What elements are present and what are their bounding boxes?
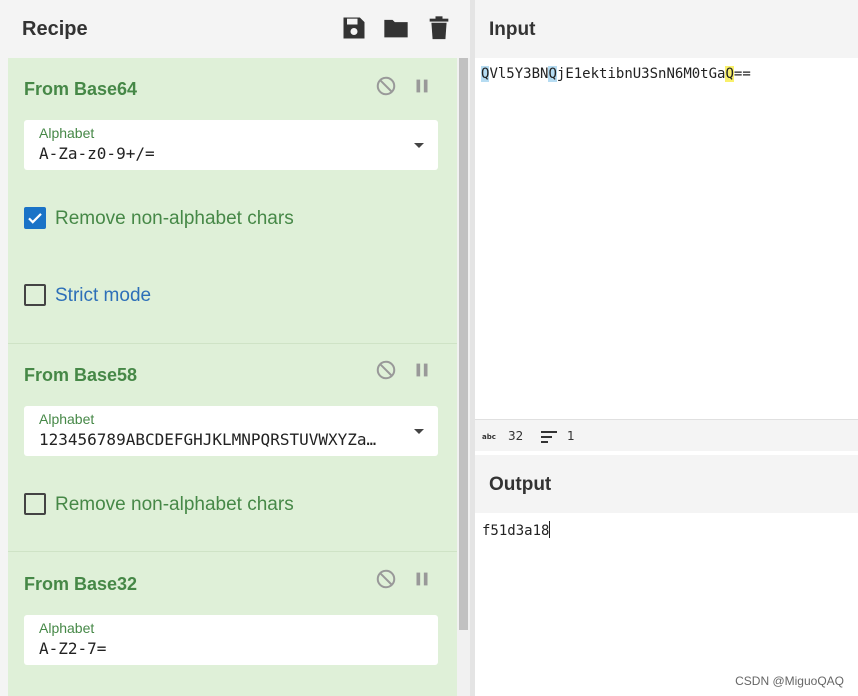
output-value: f51d3a18 bbox=[482, 523, 550, 539]
lines-icon bbox=[541, 431, 557, 443]
operation-from-base32: From Base32 Alphabet A-Z2-7= bbox=[8, 552, 457, 696]
recipe-scrollbar-thumb[interactable] bbox=[459, 58, 468, 630]
operation-from-base58: From Base58 Alphabet 123456789ABCDEFGHJK… bbox=[8, 344, 457, 552]
input-header: Input bbox=[475, 0, 858, 58]
operation-from-base64: From Base64 Alphabet A-Za-z0-9+/= Remove… bbox=[8, 58, 457, 344]
trash-icon[interactable] bbox=[425, 14, 453, 42]
recipe-header: Recipe bbox=[8, 0, 470, 58]
recipe-title: Recipe bbox=[22, 18, 88, 40]
folder-icon[interactable] bbox=[382, 14, 410, 42]
pause-icon[interactable] bbox=[411, 75, 433, 97]
operation-title: From Base32 bbox=[24, 574, 138, 594]
checkbox-label: Remove non-alphabet chars bbox=[55, 494, 294, 515]
recipe-list: From Base64 Alphabet A-Za-z0-9+/= Remove… bbox=[8, 58, 457, 696]
alphabet-label: Alphabet bbox=[39, 125, 95, 141]
alphabet-select[interactable]: Alphabet A-Za-z0-9+/= bbox=[24, 120, 438, 170]
checkbox-label: Remove non-alphabet chars bbox=[55, 208, 294, 229]
chevron-down-icon bbox=[414, 143, 424, 148]
input-title: Input bbox=[489, 19, 536, 40]
output-title: Output bbox=[489, 474, 552, 495]
checkbox-label: Strict mode bbox=[55, 285, 152, 306]
disable-icon[interactable] bbox=[375, 75, 397, 97]
input-length: 32 bbox=[508, 429, 524, 443]
input-segment: Vl5Y3BN bbox=[489, 66, 549, 82]
input-text: QVl5Y3BNQjE1ektibnU3SnN6M0tGaQ== bbox=[481, 66, 751, 82]
checkbox-unchecked[interactable] bbox=[24, 284, 46, 306]
pause-icon[interactable] bbox=[411, 359, 433, 381]
input-segment: == bbox=[733, 66, 751, 82]
disable-icon[interactable] bbox=[375, 359, 397, 381]
svg-text:abc: abc bbox=[482, 433, 496, 440]
input-textarea[interactable]: QVl5Y3BNQjE1ektibnU3SnN6M0tGaQ== bbox=[475, 58, 858, 419]
checkbox-checked[interactable] bbox=[24, 207, 46, 229]
recipe-panel: Recipe From Base64 Alphabet A-Za-z0-9+/= bbox=[0, 0, 470, 696]
operation-title: From Base64 bbox=[24, 79, 138, 99]
alphabet-value: 123456789ABCDEFGHJKLMNPQRSTUVWXYZabcdefg… bbox=[39, 430, 384, 449]
length-icon: abc bbox=[482, 433, 496, 440]
input-segment-highlight: Q bbox=[548, 66, 557, 82]
output-text: f51d3a18 bbox=[482, 521, 551, 539]
input-lines: 1 bbox=[567, 429, 575, 443]
checkbox-unchecked[interactable] bbox=[24, 493, 46, 515]
chevron-down-icon bbox=[414, 429, 424, 434]
output-textarea[interactable]: f51d3a18 CSDN @MiguoQAQ bbox=[475, 513, 858, 696]
input-segment: jE1ektibnU3SnN6M0tGa bbox=[556, 66, 726, 82]
text-cursor bbox=[549, 521, 551, 538]
input-segment-highlight: Q bbox=[725, 66, 734, 82]
save-icon[interactable] bbox=[340, 14, 368, 42]
alphabet-label: Alphabet bbox=[39, 620, 95, 636]
alphabet-select[interactable]: Alphabet A-Z2-7= bbox=[24, 615, 438, 665]
watermark: CSDN @MiguoQAQ bbox=[735, 674, 844, 688]
input-status-bar: abc 32 1 bbox=[475, 419, 858, 451]
check-icon bbox=[28, 213, 42, 224]
output-header: Output bbox=[475, 455, 858, 513]
alphabet-value: A-Z2-7= bbox=[39, 639, 107, 658]
operation-title: From Base58 bbox=[24, 365, 138, 385]
alphabet-select[interactable]: Alphabet 123456789ABCDEFGHJKLMNPQRSTUVWX… bbox=[24, 406, 438, 456]
pause-icon[interactable] bbox=[411, 568, 433, 590]
disable-icon[interactable] bbox=[375, 568, 397, 590]
alphabet-label: Alphabet bbox=[39, 411, 95, 427]
alphabet-value: A-Za-z0-9+/= bbox=[39, 144, 155, 163]
